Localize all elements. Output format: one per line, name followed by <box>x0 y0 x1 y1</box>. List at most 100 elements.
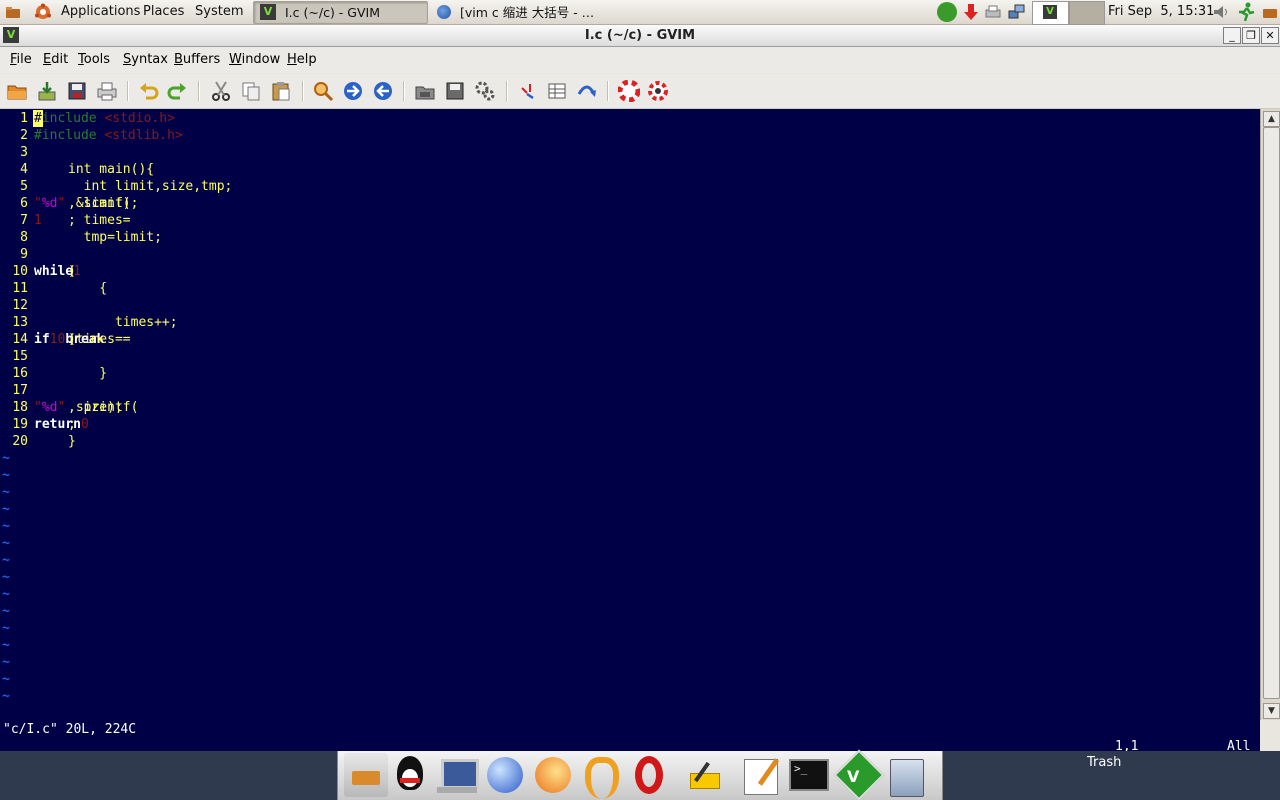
code-line[interactable]: 4 int main(){ <box>0 161 154 178</box>
toolbar-separator <box>607 81 609 101</box>
menu-help[interactable]: Help <box>287 52 317 67</box>
jump-tag-icon[interactable] <box>576 80 598 102</box>
vim-icon: V <box>1043 5 1057 19</box>
code-line[interactable]: 16 } <box>0 365 107 382</box>
code-line[interactable]: 18 printf("%d" ,size); <box>0 399 138 416</box>
code-token: tmp=limit; <box>68 230 162 245</box>
code-line[interactable]: 7 times= 1; <box>0 212 130 229</box>
code-line[interactable]: 2 #include <stdlib.h> <box>0 127 183 144</box>
code-line[interactable]: 20} <box>0 433 75 450</box>
scroll-down-arrow-icon[interactable]: ▼ <box>1263 703 1280 719</box>
run-script-icon[interactable] <box>474 80 496 102</box>
text-editor-icon[interactable] <box>740 753 784 797</box>
code-line[interactable]: 13 times++; <box>0 314 177 331</box>
scroll-up-arrow-icon[interactable]: ▲ <box>1263 111 1280 127</box>
qq-penguin-icon[interactable] <box>388 753 432 797</box>
code-line[interactable]: 9 <box>0 246 28 263</box>
printer-icon[interactable] <box>984 3 1002 21</box>
firefox-icon <box>437 5 451 19</box>
scroll-thumb[interactable] <box>1263 127 1280 699</box>
load-session-icon[interactable] <box>414 80 436 102</box>
vertical-scrollbar[interactable]: ▲ ▼ <box>1260 109 1280 720</box>
menu-buffers[interactable]: Buffers <box>174 52 220 67</box>
line-number: 19 <box>12 417 28 432</box>
applications-menu[interactable]: Applications <box>61 0 140 24</box>
redo-icon[interactable] <box>166 80 188 102</box>
line-text: if (times== 10) break; <box>34 331 131 348</box>
code-line[interactable]: 11 { <box>0 280 107 297</box>
undo-icon[interactable] <box>138 80 160 102</box>
find-prev-icon[interactable] <box>372 80 394 102</box>
code-line[interactable]: 5 int limit,size,tmp; <box>0 178 232 195</box>
ubuntu-logo-icon <box>6 7 20 18</box>
volume-icon[interactable] <box>1212 3 1230 21</box>
globe-browser-icon[interactable] <box>483 753 527 797</box>
maximize-button[interactable]: ❐ <box>1242 27 1260 44</box>
help-icon[interactable] <box>618 80 640 102</box>
find-help-icon[interactable] <box>647 80 669 102</box>
window-titlebar[interactable]: V I.c (~/c) - GVIM _ ❐ ✕ <box>0 25 1280 47</box>
code-line[interactable]: 15 <box>0 348 28 365</box>
save-icon[interactable] <box>36 80 58 102</box>
note-pad-icon[interactable] <box>682 753 726 797</box>
code-line[interactable]: 17 <box>0 382 28 399</box>
paste-icon[interactable] <box>270 80 292 102</box>
places-menu[interactable]: Places <box>143 0 184 24</box>
code-line[interactable]: 14 if (times== 10) break; <box>0 331 130 348</box>
code-token: int main(){ <box>68 162 155 177</box>
task-firefox[interactable]: [vim c 缩进 大括号 - … <box>430 1 605 24</box>
empty-line-tilde: ~ <box>2 502 10 517</box>
cut-icon[interactable] <box>210 80 232 102</box>
close-button[interactable]: ✕ <box>1261 27 1279 44</box>
code-line[interactable]: 19 return 0; <box>0 416 88 433</box>
workspace-1[interactable]: V <box>1032 1 1069 25</box>
copy-icon[interactable] <box>240 80 262 102</box>
computer-icon[interactable] <box>435 753 479 797</box>
network-icon[interactable] <box>1008 3 1026 21</box>
line-text: #include <stdio.h> <box>33 110 175 127</box>
print-icon[interactable] <box>96 80 118 102</box>
menu-tools[interactable]: Tools <box>78 52 110 67</box>
text-cursor: # <box>33 110 43 127</box>
code-token: ,size); <box>68 400 123 415</box>
open-icon[interactable] <box>6 80 28 102</box>
vim-icon[interactable]: V <box>833 749 885 800</box>
alien-tray-icon[interactable] <box>937 2 957 22</box>
firefox-icon[interactable] <box>531 753 575 797</box>
minimize-button[interactable]: _ <box>1223 27 1241 44</box>
clock[interactable]: Fri Sep 5, 15:31 <box>1108 0 1214 24</box>
line-text: return 0; <box>34 416 89 433</box>
download-arrow-icon[interactable] <box>962 3 980 21</box>
find-next-icon[interactable] <box>342 80 364 102</box>
menu-edit[interactable]: Edit <box>43 52 68 67</box>
workspace-2[interactable] <box>1069 1 1105 25</box>
task-gvim[interactable]: V I.c (~/c) - GVIM <box>253 1 428 24</box>
code-line[interactable]: 6 scanf("%d" ,&limit); <box>0 195 138 212</box>
menu-window[interactable]: Window <box>229 52 280 67</box>
code-line[interactable]: 8 tmp=limit; <box>0 229 162 246</box>
save-session-icon[interactable] <box>444 80 466 102</box>
make-icon[interactable] <box>516 80 538 102</box>
editor-area[interactable]: 1 #include <stdio.h> 2 #include <stdlib.h> 3… <box>0 109 1260 754</box>
system-menu[interactable]: System <box>195 0 243 24</box>
task-label: [vim c 缩进 大括号 - … <box>460 5 595 20</box>
menu-label: ile <box>16 52 32 67</box>
code-token: " <box>34 196 42 211</box>
code-line[interactable]: 1 #include <stdio.h> <box>0 110 175 127</box>
file-manager-icon[interactable] <box>344 753 388 797</box>
menu-syntax[interactable]: Syntax <box>123 52 168 67</box>
find-replace-icon[interactable] <box>312 80 334 102</box>
applications-icon <box>35 3 51 19</box>
code-line[interactable]: 12 <box>0 297 28 314</box>
code-line[interactable]: 10 while(1) <box>0 263 81 280</box>
trash-icon[interactable] <box>884 753 928 797</box>
logout-runner-icon[interactable] <box>1236 2 1256 22</box>
code-token: ) <box>68 264 76 279</box>
menu-file[interactable]: File <box>10 52 32 67</box>
code-line[interactable]: 3 <box>0 144 28 161</box>
terminal-icon[interactable]: >_ <box>787 753 831 797</box>
run-ctags-icon[interactable] <box>546 80 568 102</box>
opera-icon[interactable] <box>627 753 671 797</box>
save-all-icon[interactable] <box>66 80 88 102</box>
worm-icon[interactable] <box>577 753 621 799</box>
